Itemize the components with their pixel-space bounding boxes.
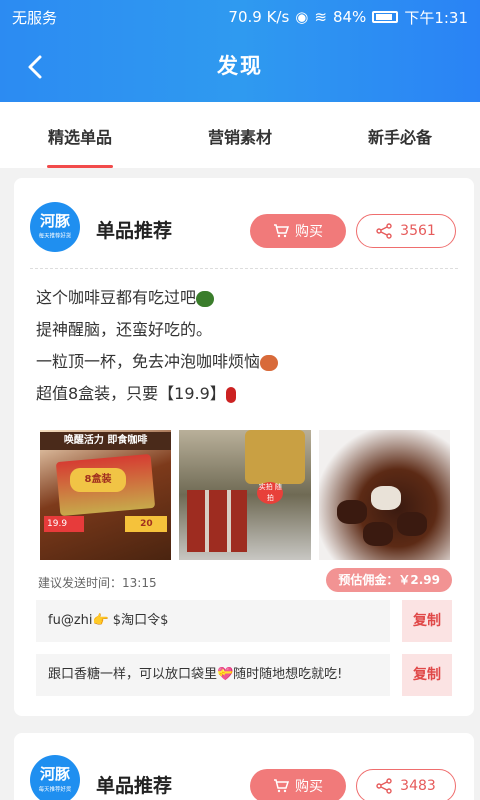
- share-icon: [376, 223, 392, 239]
- copy-button[interactable]: 复制: [402, 654, 452, 696]
- card-title: 单品推荐: [96, 220, 173, 242]
- avatar-sub: 每天推荐好货: [38, 233, 72, 240]
- cart-icon: [274, 224, 289, 238]
- product-photo[interactable]: 唤醒活力 即食咖啡 8盒装 19.9 20: [40, 430, 172, 560]
- status-bar: 无服务 70.9 K/s ◉ ≋ 84% 下午1:31: [0, 0, 480, 34]
- carrier-text: 无服务: [12, 8, 58, 27]
- share-icon: [376, 778, 392, 794]
- status-right: 70.9 K/s ◉ ≋ 84% 下午1:31: [228, 7, 468, 28]
- box-grid: [187, 490, 248, 552]
- rose-emoji-icon: [225, 386, 236, 403]
- product-photo[interactable]: 实拍 随拍: [179, 430, 311, 560]
- share-button[interactable]: 3561: [356, 214, 456, 248]
- desc-text: 这个咖啡豆都有吃过吧: [36, 288, 197, 307]
- product-card: 河豚 每天推荐好货 单品推荐 购买 3483: [14, 733, 474, 800]
- person-emoji-icon: [260, 354, 279, 371]
- desc-line: 一粒顶一杯，免去冲泡咖啡烦恼: [36, 346, 279, 378]
- share-button[interactable]: 3483: [356, 769, 456, 800]
- photo-tag: 实拍 随拍: [257, 482, 284, 504]
- copy-row: 跟口香糖一样，可以放口袋里💝随时随地想吃就吃! 复制: [36, 654, 452, 696]
- card-description: 这个咖啡豆都有吃过吧 提神醒脑，还蛮好吃的。 一粒顶一杯，免去冲泡咖啡烦恼 超值…: [36, 282, 279, 410]
- photo-price-tag: 20: [125, 516, 168, 532]
- photo-banner: 唤醒活力 即食咖啡: [40, 432, 172, 450]
- commission-badge: 预估佣金：￥2.99: [326, 568, 452, 592]
- avatar: 河豚 每天推荐好货: [30, 202, 80, 252]
- avatar: 河豚 每天推荐好货: [30, 755, 80, 800]
- battery-percent: 84%: [332, 8, 367, 26]
- desc-line: 这个咖啡豆都有吃过吧: [36, 282, 278, 314]
- tab-marketing[interactable]: 营销素材: [160, 102, 320, 168]
- buy-label: 购买: [295, 779, 323, 795]
- wifi-icon: ≋: [314, 8, 327, 26]
- coffee-bean: [362, 522, 393, 546]
- photo-price: 19.9: [44, 516, 84, 532]
- share-count: 3561: [400, 223, 436, 239]
- page-title: 发现: [217, 54, 263, 78]
- copy-text: 跟口香糖一样，可以放口袋里💝随时随地想吃就吃!: [36, 654, 390, 696]
- avatar-sub: 每天推荐好货: [38, 786, 72, 793]
- copy-row: fu@zhi👉 $淘口令$ 复制: [36, 600, 452, 642]
- product-photo[interactable]: [318, 430, 450, 560]
- battery-icon: [372, 11, 399, 23]
- coffee-bean: [336, 500, 367, 524]
- cart-icon: [274, 779, 289, 793]
- turtle-emoji-icon: [196, 290, 215, 307]
- clock: 下午1:31: [404, 8, 468, 27]
- buy-label: 购买: [295, 224, 323, 240]
- tin-box: [245, 430, 306, 484]
- eye-icon: ◉: [295, 8, 309, 26]
- avatar-name: 河豚: [39, 765, 70, 783]
- share-count: 3483: [400, 778, 436, 794]
- app-header: 无服务 70.9 K/s ◉ ≋ 84% 下午1:31 发现: [0, 0, 480, 102]
- network-speed: 70.9 K/s: [228, 8, 290, 26]
- coffee-bean: [370, 486, 401, 510]
- box-label: 8盒装: [70, 468, 126, 492]
- desc-line: 超值8盒装，只要【19.9】: [36, 378, 278, 410]
- card-title: 单品推荐: [96, 775, 173, 797]
- divider: [30, 268, 458, 269]
- coffee-bean: [396, 512, 427, 536]
- photo-gallery: 唤醒活力 即食咖啡 8盒装 19.9 20 实拍 随拍: [40, 430, 450, 560]
- tab-featured[interactable]: 精选单品: [0, 102, 160, 168]
- buy-button[interactable]: 购买: [250, 769, 346, 800]
- send-time: 建议发送时间：13:15: [38, 576, 157, 590]
- avatar-name: 河豚: [39, 212, 70, 230]
- copy-button[interactable]: 复制: [402, 600, 452, 642]
- tab-bar: 精选单品 营销素材 新手必备: [0, 102, 480, 168]
- desc-text: 超值8盒装，只要【19.9】: [36, 384, 226, 403]
- buy-button[interactable]: 购买: [250, 214, 346, 248]
- desc-text: 一粒顶一杯，免去冲泡咖啡烦恼: [36, 352, 261, 371]
- tab-beginner[interactable]: 新手必备: [320, 102, 480, 168]
- desc-line: 提神醒脑，还蛮好吃的。: [36, 320, 213, 339]
- product-card: 河豚 每天推荐好货 单品推荐 购买 3561 这个咖啡豆都有吃过吧 提神醒脑，还…: [14, 178, 474, 716]
- copy-text: fu@zhi👉 $淘口令$: [36, 600, 390, 642]
